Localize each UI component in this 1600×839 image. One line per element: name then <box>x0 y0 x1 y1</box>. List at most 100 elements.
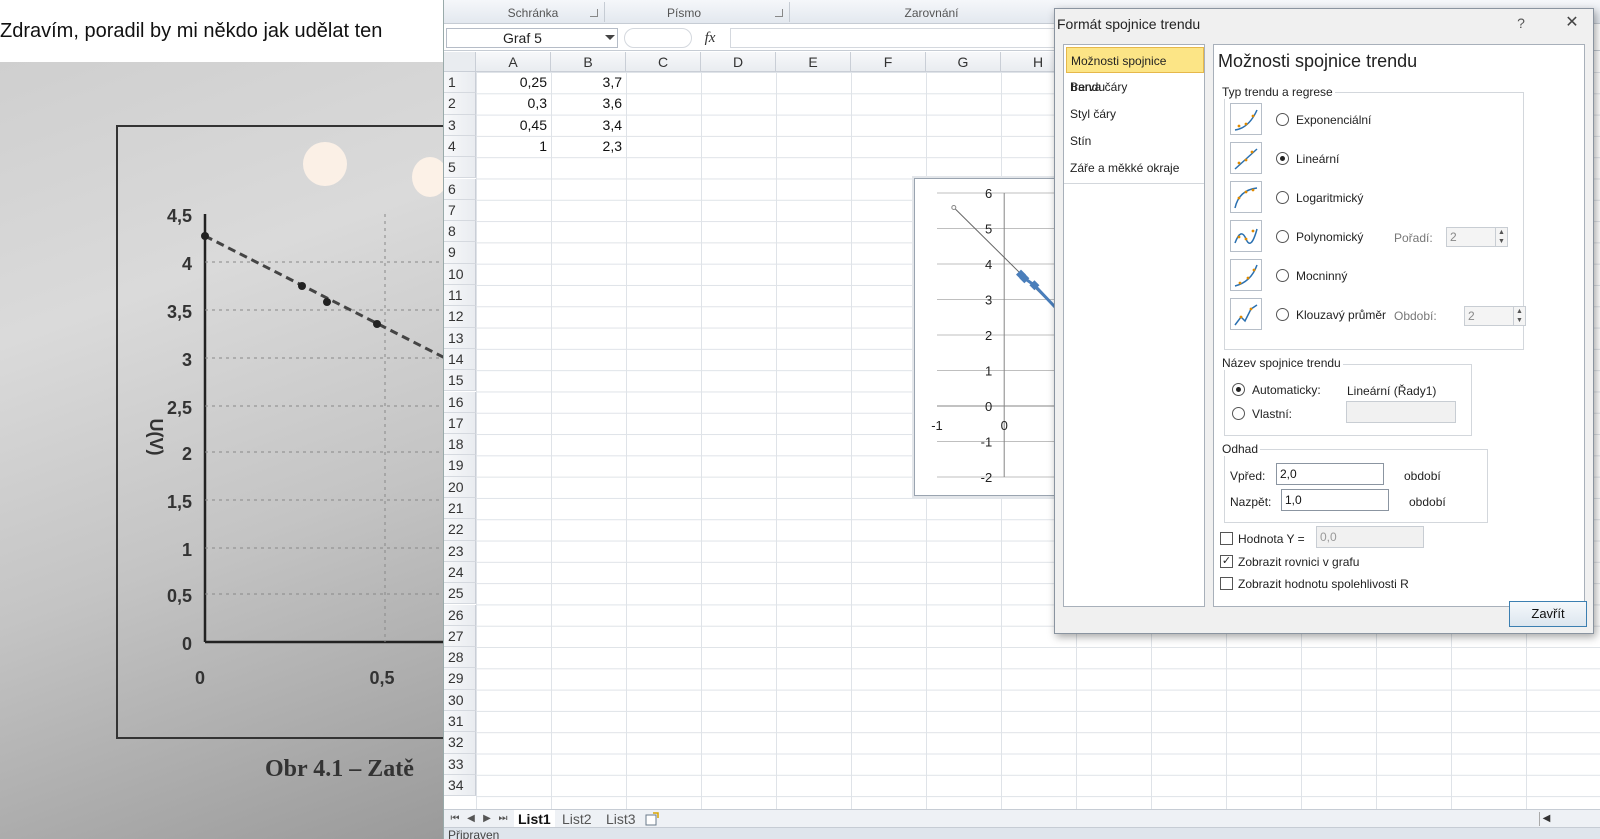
moving-average-radio[interactable] <box>1276 308 1289 321</box>
logarithmic-radio[interactable] <box>1276 191 1289 204</box>
chevron-down-icon[interactable] <box>605 35 615 40</box>
cell-A4[interactable]: 1 <box>476 136 551 157</box>
forward-input[interactable]: 2,0 <box>1276 463 1384 485</box>
logarithmic-label[interactable]: Logaritmický <box>1296 191 1363 205</box>
show-equation-checkbox[interactable]: ✓ <box>1220 555 1233 568</box>
row-header[interactable]: 26 <box>444 604 476 626</box>
row-header[interactable]: 21 <box>444 498 476 520</box>
dialog-launcher-icon[interactable] <box>775 9 783 17</box>
row-header[interactable]: 27 <box>444 625 476 648</box>
polynomial-label[interactable]: Polynomický <box>1296 230 1363 244</box>
column-header[interactable]: D <box>701 52 776 72</box>
cell-A2[interactable]: 0,3 <box>476 93 551 114</box>
row-header[interactable]: 16 <box>444 391 476 413</box>
exponential-label[interactable]: Exponenciální <box>1296 113 1371 127</box>
sheet-tab-list3[interactable]: List3 <box>602 810 640 828</box>
power-radio[interactable] <box>1276 269 1289 282</box>
scroll-left-icon[interactable]: ◀ <box>1539 812 1553 826</box>
row-header[interactable]: 12 <box>444 306 476 328</box>
order-stepper[interactable]: 2 ▲ ▼ <box>1446 227 1508 247</box>
nav-item-line-color[interactable]: Barva čáry <box>1066 74 1204 100</box>
first-sheet-icon[interactable]: ⏮ <box>448 812 462 826</box>
period-stepper[interactable]: 2 ▲ ▼ <box>1464 306 1526 326</box>
row-header[interactable]: 17 <box>444 412 476 435</box>
name-automatic-radio[interactable] <box>1232 383 1245 396</box>
name-automatic-label[interactable]: Automaticky: <box>1252 383 1321 397</box>
custom-name-input[interactable] <box>1346 401 1456 423</box>
name-custom-label[interactable]: Vlastní: <box>1252 407 1292 421</box>
help-icon[interactable]: ? <box>1511 13 1531 33</box>
nav-item-glow-soft-edges[interactable]: Záře a měkké okraje <box>1066 155 1204 181</box>
row-header[interactable]: 5 <box>444 157 476 179</box>
row-header[interactable]: 19 <box>444 455 476 477</box>
row-header[interactable]: 30 <box>444 689 476 711</box>
cell-B3[interactable]: 3,4 <box>551 115 626 136</box>
row-header[interactable]: 22 <box>444 519 476 541</box>
cell-B2[interactable]: 3,6 <box>551 93 626 114</box>
cell-A3[interactable]: 0,45 <box>476 115 551 136</box>
row-header[interactable]: 10 <box>444 263 476 285</box>
close-button[interactable]: Zavřít <box>1509 601 1587 627</box>
column-header[interactable]: E <box>776 52 851 72</box>
row-header[interactable]: 2 <box>444 93 476 115</box>
row-header[interactable]: 18 <box>444 434 476 456</box>
row-header[interactable]: 7 <box>444 199 476 222</box>
show-equation-label[interactable]: Zobrazit rovnici v grafu <box>1238 555 1359 569</box>
row-header[interactable]: 32 <box>444 732 476 754</box>
row-header[interactable]: 9 <box>444 242 476 264</box>
moving-average-label[interactable]: Klouzavý průměr <box>1296 308 1386 322</box>
column-header[interactable]: F <box>851 52 926 72</box>
backward-input[interactable]: 1,0 <box>1281 489 1389 511</box>
row-header[interactable]: 23 <box>444 540 476 562</box>
set-intercept-label[interactable]: Hodnota Y = <box>1238 532 1305 546</box>
row-header[interactable]: 15 <box>444 370 476 392</box>
sheet-tab-list2[interactable]: List2 <box>558 810 596 828</box>
nav-item-line-style[interactable]: Styl čáry <box>1066 101 1204 127</box>
show-r-squared-label[interactable]: Zobrazit hodnotu spolehlivosti R <box>1238 577 1409 591</box>
row-header[interactable]: 33 <box>444 753 476 775</box>
linear-label[interactable]: Lineární <box>1296 152 1339 166</box>
row-header[interactable]: 13 <box>444 327 476 349</box>
intercept-input[interactable]: 0,0 <box>1316 526 1424 548</box>
row-header[interactable]: 29 <box>444 668 476 690</box>
set-intercept-checkbox[interactable] <box>1220 532 1233 545</box>
row-header[interactable]: 6 <box>444 178 476 200</box>
column-header[interactable]: C <box>626 52 701 72</box>
cell-A1[interactable]: 0,25 <box>476 72 551 93</box>
name-custom-radio[interactable] <box>1232 407 1245 420</box>
spin-arrows-icon[interactable]: ▲ ▼ <box>1495 228 1507 246</box>
column-header[interactable]: G <box>926 52 1001 72</box>
row-header[interactable]: 11 <box>444 285 476 307</box>
show-r-squared-checkbox[interactable] <box>1220 577 1233 590</box>
row-header[interactable]: 8 <box>444 221 476 243</box>
polynomial-radio[interactable] <box>1276 230 1289 243</box>
row-header[interactable]: 4 <box>444 135 476 158</box>
select-all-corner[interactable] <box>444 52 476 72</box>
row-header[interactable]: 25 <box>444 583 476 605</box>
row-header[interactable]: 20 <box>444 476 476 498</box>
dialog-launcher-icon[interactable] <box>590 9 598 17</box>
cell-B4[interactable]: 2,3 <box>551 136 626 157</box>
column-header[interactable]: B <box>551 52 626 72</box>
row-header[interactable]: 3 <box>444 114 476 136</box>
close-icon[interactable]: ✕ <box>1559 13 1585 33</box>
prev-sheet-icon[interactable]: ◀ <box>464 812 478 826</box>
exponential-radio[interactable] <box>1276 113 1289 126</box>
insert-sheet-icon[interactable] <box>644 812 660 826</box>
function-icon[interactable]: fx <box>692 28 728 48</box>
name-box[interactable]: Graf 5 <box>446 28 618 48</box>
row-header[interactable]: 34 <box>444 774 476 797</box>
row-header[interactable]: 28 <box>444 647 476 669</box>
next-sheet-icon[interactable]: ▶ <box>480 812 494 826</box>
row-header[interactable]: 14 <box>444 348 476 371</box>
row-header[interactable]: 31 <box>444 711 476 733</box>
last-sheet-icon[interactable]: ⏭ <box>496 812 510 826</box>
power-label[interactable]: Mocninný <box>1296 269 1347 283</box>
linear-radio[interactable] <box>1276 152 1289 165</box>
sheet-tab-list1[interactable]: List1 <box>514 810 555 828</box>
nav-item-shadow[interactable]: Stín <box>1066 128 1204 154</box>
nav-item-trendline-options[interactable]: Možnosti spojnice trendu <box>1066 47 1204 94</box>
row-header[interactable]: 1 <box>444 72 476 94</box>
row-header[interactable]: 24 <box>444 561 476 584</box>
column-header[interactable]: A <box>476 52 551 72</box>
